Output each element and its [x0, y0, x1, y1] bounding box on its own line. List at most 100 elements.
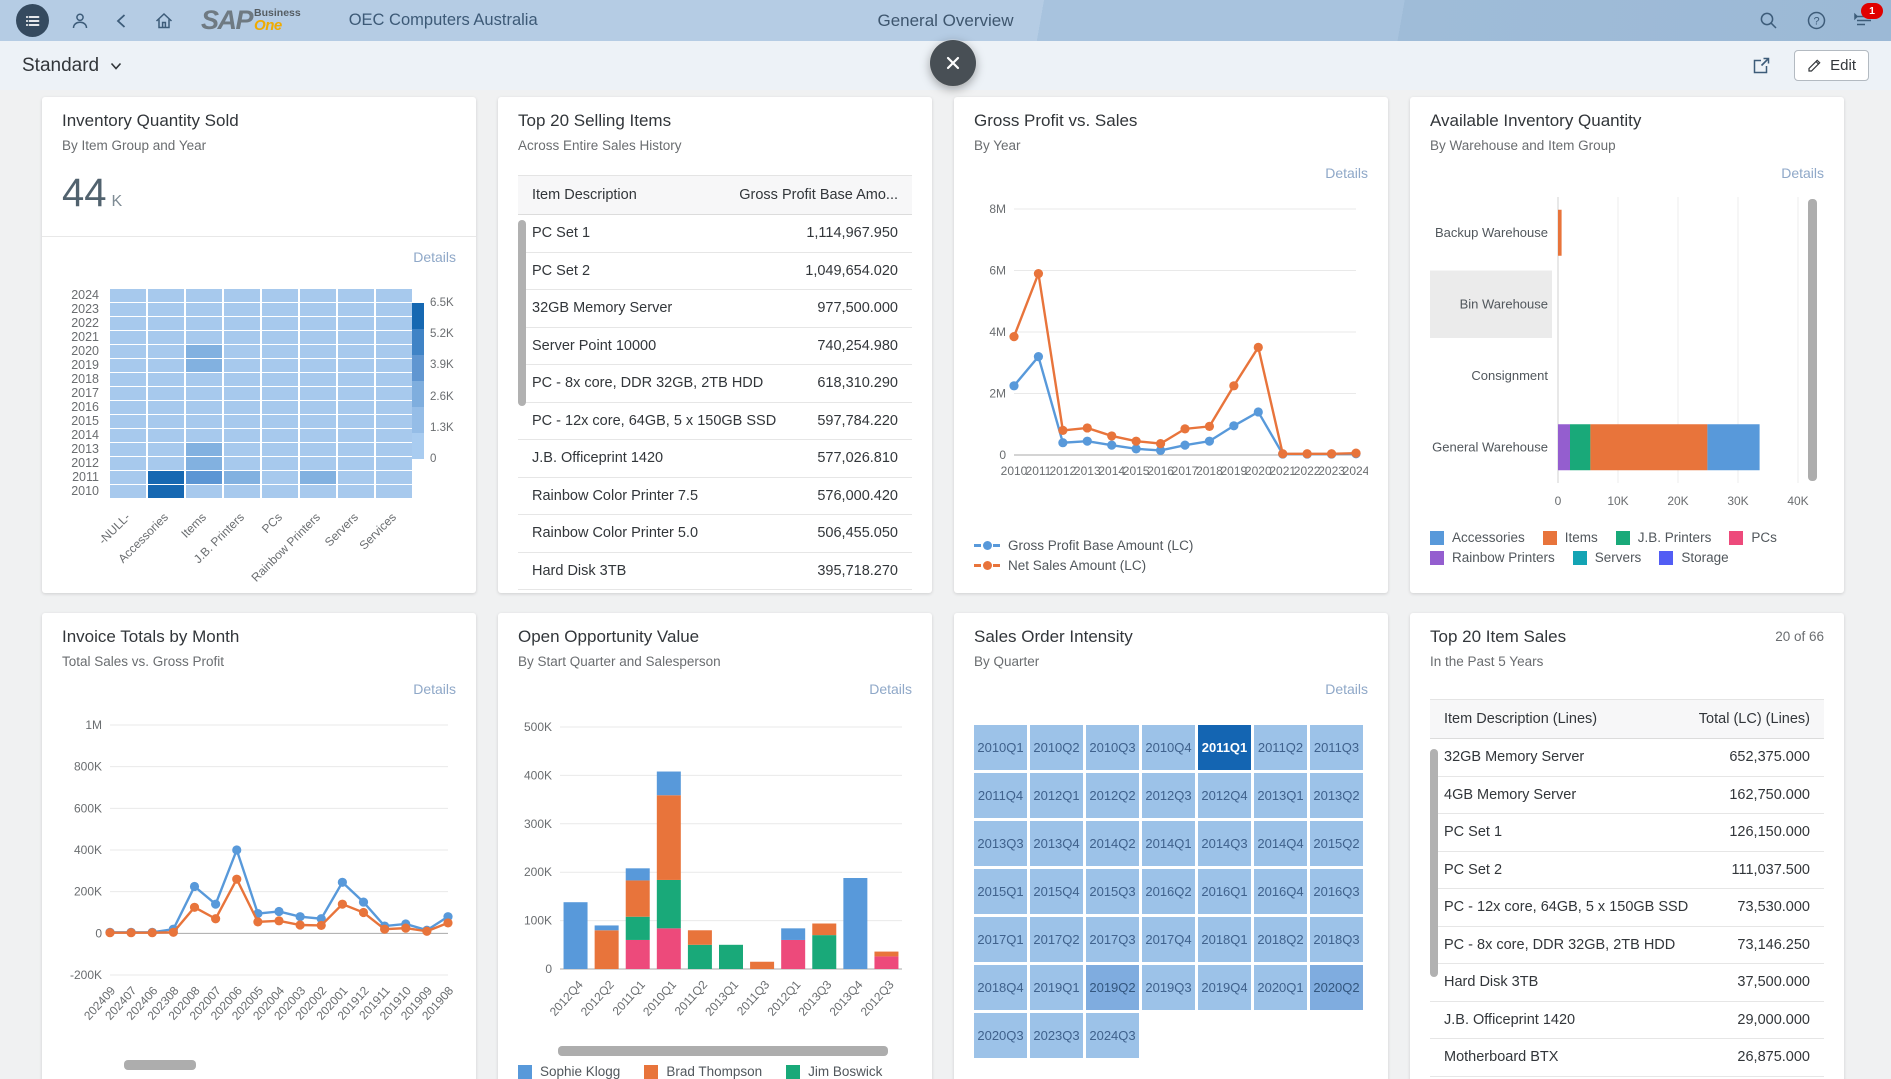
legend-item[interactable]: Sophie Klogg [518, 1064, 620, 1079]
table-row[interactable]: 4GB Memory Server162,750.000 [1430, 777, 1824, 815]
heatmap-cell[interactable] [338, 429, 374, 442]
heatmap-cell[interactable] [338, 303, 374, 316]
legend-item[interactable]: Rainbow Printers [1430, 550, 1555, 565]
heatmap-cell[interactable] [224, 429, 260, 442]
quarter-cell[interactable]: 2017Q3 [1086, 917, 1139, 962]
scrollbar[interactable] [558, 1046, 888, 1056]
heatmap-cell[interactable] [110, 471, 146, 484]
heatmap-cell[interactable] [148, 331, 184, 344]
heatmap-cell[interactable] [262, 373, 298, 386]
heatmap-cell[interactable] [110, 289, 146, 302]
heatmap-cell[interactable] [376, 485, 412, 498]
table-row[interactable]: 32GB Memory Server652,375.000 [1430, 739, 1824, 777]
quarter-cell[interactable]: 2013Q4 [1030, 821, 1083, 866]
heatmap-cell[interactable] [262, 331, 298, 344]
table-row[interactable]: J.B. Officeprint 142029,000.000 [1430, 1002, 1824, 1040]
quarter-cell[interactable]: 2017Q2 [1030, 917, 1083, 962]
quarter-cell[interactable]: 2017Q1 [974, 917, 1027, 962]
share-icon[interactable] [1750, 55, 1772, 77]
heatmap-cell[interactable] [300, 457, 336, 470]
scrollbar[interactable] [1430, 749, 1438, 977]
user-icon[interactable] [69, 10, 91, 32]
heatmap-cell[interactable] [148, 485, 184, 498]
heatmap-cell[interactable] [148, 303, 184, 316]
heatmap-cell[interactable] [338, 317, 374, 330]
heatmap-cell[interactable] [262, 429, 298, 442]
quarter-cell[interactable]: 2010Q3 [1086, 725, 1139, 770]
close-button[interactable] [930, 40, 976, 86]
heatmap-cell[interactable] [376, 457, 412, 470]
quarter-cell[interactable]: 2013Q1 [1254, 773, 1307, 818]
heatmap-cell[interactable] [186, 471, 222, 484]
heatmap-cell[interactable] [300, 429, 336, 442]
quarter-cell[interactable]: 2011Q1 [1198, 725, 1251, 770]
heatmap-cell[interactable] [338, 345, 374, 358]
quarter-cell[interactable]: 2019Q1 [1030, 965, 1083, 1010]
table-row[interactable]: PC Set 2111,037.500 [1430, 852, 1824, 890]
quarter-cell[interactable]: 2014Q2 [1086, 821, 1139, 866]
details-link[interactable]: Details [62, 681, 456, 697]
notifications-icon[interactable]: 1 [1853, 10, 1875, 32]
heatmap-cell[interactable] [224, 359, 260, 372]
inventory-heatmap-chart[interactable]: 2024202320222021202020192018201720162015… [62, 289, 456, 588]
heatmap-cell[interactable] [186, 415, 222, 428]
heatmap-cell[interactable] [376, 443, 412, 456]
heatmap-cell[interactable] [262, 289, 298, 302]
quarter-cell[interactable]: 2014Q4 [1254, 821, 1307, 866]
heatmap-cell[interactable] [110, 345, 146, 358]
heatmap-cell[interactable] [338, 387, 374, 400]
heatmap-cell[interactable] [300, 317, 336, 330]
quarter-cell[interactable]: 2010Q2 [1030, 725, 1083, 770]
heatmap-cell[interactable] [376, 429, 412, 442]
heatmap-cell[interactable] [262, 485, 298, 498]
heatmap-cell[interactable] [186, 373, 222, 386]
heatmap-cell[interactable] [224, 443, 260, 456]
quarter-cell[interactable]: 2015Q1 [974, 869, 1027, 914]
heatmap-cell[interactable] [376, 303, 412, 316]
heatmap-cell[interactable] [186, 443, 222, 456]
quarter-cell[interactable]: 2015Q3 [1086, 869, 1139, 914]
quarter-cell[interactable]: 2020Q1 [1254, 965, 1307, 1010]
legend-item[interactable]: Accessories [1430, 530, 1525, 545]
heatmap-cell[interactable] [338, 443, 374, 456]
quarter-cell[interactable]: 2015Q4 [1030, 869, 1083, 914]
heatmap-cell[interactable] [376, 471, 412, 484]
heatmap-cell[interactable] [224, 317, 260, 330]
view-selector[interactable]: Standard [22, 55, 124, 77]
heatmap-cell[interactable] [110, 443, 146, 456]
heatmap-cell[interactable] [186, 457, 222, 470]
legend-item[interactable]: Gross Profit Base Amount (LC) [974, 538, 1193, 553]
gross-profit-vs-sales-chart[interactable]: 8M6M4M2M02010201120122013201420152016201… [974, 185, 1368, 511]
heatmap-cell[interactable] [224, 401, 260, 414]
heatmap-cell[interactable] [338, 401, 374, 414]
table-row[interactable]: PC - 8x core, DDR 32GB, 2TB HDD73,146.25… [1430, 927, 1824, 965]
heatmap-cell[interactable] [376, 331, 412, 344]
table-row[interactable]: PC Set 1126,150.000 [1430, 814, 1824, 852]
heatmap-cell[interactable] [262, 457, 298, 470]
table-row[interactable]: Rainbow Color Printer 7.5576,000.420 [518, 478, 912, 516]
quarter-cell[interactable]: 2018Q4 [974, 965, 1027, 1010]
quarter-cell[interactable]: 2012Q4 [1198, 773, 1251, 818]
legend-item[interactable]: J.B. Printers [1616, 530, 1712, 545]
heatmap-cell[interactable] [110, 387, 146, 400]
quarter-cell[interactable]: 2012Q2 [1086, 773, 1139, 818]
table-row[interactable]: 32GB Memory Server977,500.000 [518, 290, 912, 328]
heatmap-cell[interactable] [376, 359, 412, 372]
home-icon[interactable] [153, 10, 175, 32]
legend-item[interactable]: Storage [1659, 550, 1728, 565]
quarter-cell[interactable]: 2014Q3 [1198, 821, 1251, 866]
heatmap-cell[interactable] [110, 317, 146, 330]
heatmap-cell[interactable] [148, 373, 184, 386]
quarter-cell[interactable]: 2010Q4 [1142, 725, 1195, 770]
heatmap-cell[interactable] [262, 345, 298, 358]
quarter-cell[interactable]: 2016Q2 [1142, 869, 1195, 914]
details-link[interactable]: Details [518, 681, 912, 697]
quarter-cell[interactable]: 2011Q4 [974, 773, 1027, 818]
quarter-cell[interactable]: 2016Q1 [1198, 869, 1251, 914]
heatmap-cell[interactable] [262, 415, 298, 428]
quarter-cell[interactable]: 2016Q3 [1310, 869, 1363, 914]
open-opportunity-chart[interactable]: 500K400K300K200K100K02012Q42012Q22011Q12… [518, 699, 912, 1039]
available-inventory-chart[interactable]: 010K20K30K40KBackup WarehouseBin Warehou… [1430, 183, 1824, 519]
heatmap-cell[interactable] [262, 443, 298, 456]
heatmap-cell[interactable] [110, 331, 146, 344]
